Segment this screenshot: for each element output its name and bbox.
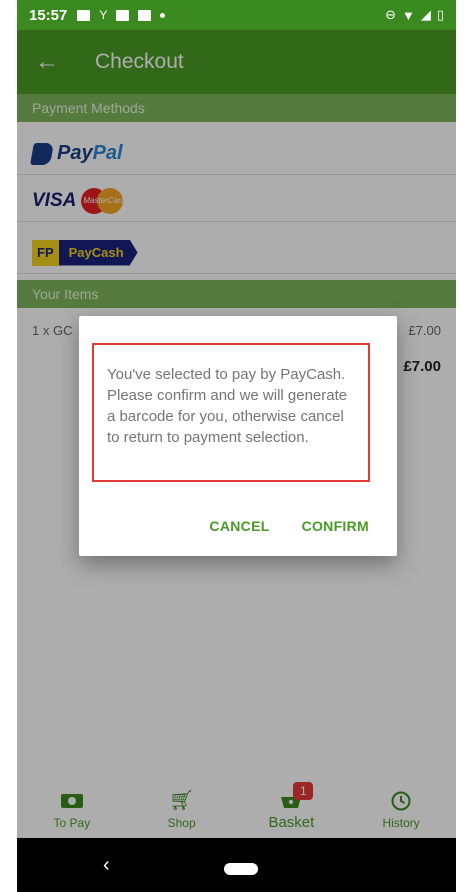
notification-icons: Y — [77, 8, 166, 22]
gallery-notification-icon — [138, 9, 152, 21]
system-back-icon[interactable]: ‹ — [103, 854, 110, 877]
dnd-icon: ⊖ — [385, 7, 396, 22]
battery-icon: ▯ — [436, 7, 444, 22]
dialog-actions: CANCEL CONFIRM — [79, 496, 397, 556]
wifi-icon: ▼ — [401, 7, 415, 23]
system-status-icons: ⊖ ▼ ◢ ▯ — [385, 7, 444, 23]
image-notification-icon — [77, 9, 91, 21]
system-home-icon[interactable] — [224, 863, 258, 875]
system-navigation-bar: ‹ — [17, 838, 456, 892]
sim-notification-icon — [116, 9, 130, 21]
fork-notification-icon: Y — [99, 8, 108, 22]
confirm-dialog: You've selected to pay by PayCash. Pleas… — [79, 316, 397, 556]
confirm-button[interactable]: CONFIRM — [302, 518, 369, 534]
status-bar: 15:57 Y ⊖ ▼ ◢ ▯ — [17, 0, 456, 30]
more-notifications-icon — [160, 12, 166, 18]
cancel-button[interactable]: CANCEL — [209, 518, 269, 534]
signal-icon: ◢ — [420, 7, 431, 22]
dialog-message: You've selected to pay by PayCash. Pleas… — [107, 366, 348, 446]
phone-screen: 15:57 Y ⊖ ▼ ◢ ▯ ← Checkout Payment Metho… — [17, 0, 456, 892]
status-time: 15:57 — [29, 6, 68, 24]
